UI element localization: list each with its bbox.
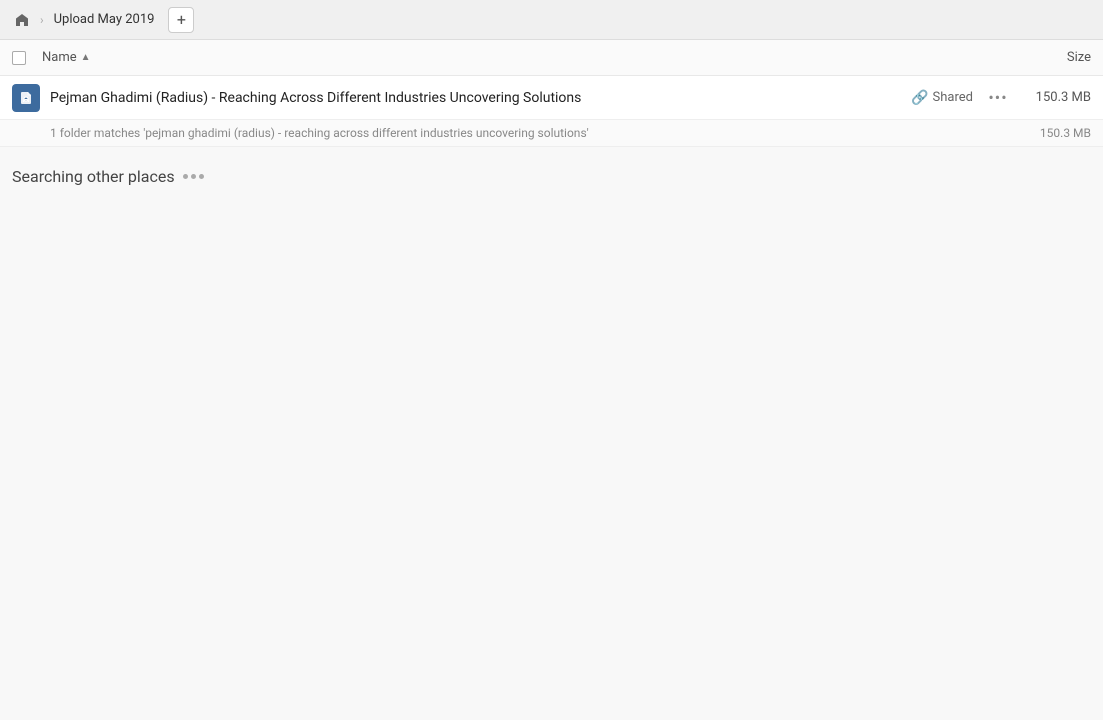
search-summary-text: 1 folder matches 'pejman ghadimi (radius… <box>50 126 589 140</box>
name-column-label: Name <box>42 50 77 65</box>
shared-text: Shared <box>933 90 973 105</box>
select-all-checkbox-col <box>12 51 42 65</box>
link-icon: 🔗 <box>911 90 928 106</box>
searching-dots <box>183 174 204 179</box>
size-column-header[interactable]: Size <box>991 50 1091 65</box>
sort-arrow-icon: ▲ <box>81 52 91 63</box>
file-icon-wrap <box>12 84 42 112</box>
home-button[interactable] <box>8 6 36 34</box>
file-icon <box>12 84 40 112</box>
searching-label: Searching other places <box>12 167 175 186</box>
select-all-checkbox[interactable] <box>12 51 26 65</box>
search-summary: 1 folder matches 'pejman ghadimi (radius… <box>0 120 1103 147</box>
dot-1 <box>183 174 188 179</box>
shared-label: 🔗 Shared <box>911 90 973 106</box>
file-row[interactable]: Pejman Ghadimi (Radius) - Reaching Acros… <box>0 76 1103 120</box>
breadcrumb-label: Upload May 2019 <box>48 10 161 29</box>
name-column-header[interactable]: Name ▲ <box>42 50 991 65</box>
dot-3 <box>199 174 204 179</box>
search-summary-size: 150.3 MB <box>1040 126 1091 140</box>
file-meta: 🔗 Shared ••• <box>911 85 1011 111</box>
add-button[interactable]: + <box>168 7 194 33</box>
dot-2 <box>191 174 196 179</box>
breadcrumb-separator: › <box>40 13 44 27</box>
file-size: 150.3 MB <box>1011 90 1091 105</box>
searching-section: Searching other places <box>0 147 1103 206</box>
column-headers: Name ▲ Size <box>0 40 1103 76</box>
more-options-button[interactable]: ••• <box>985 85 1011 111</box>
file-name: Pejman Ghadimi (Radius) - Reaching Acros… <box>42 90 911 106</box>
breadcrumb-bar: › Upload May 2019 + <box>0 0 1103 40</box>
